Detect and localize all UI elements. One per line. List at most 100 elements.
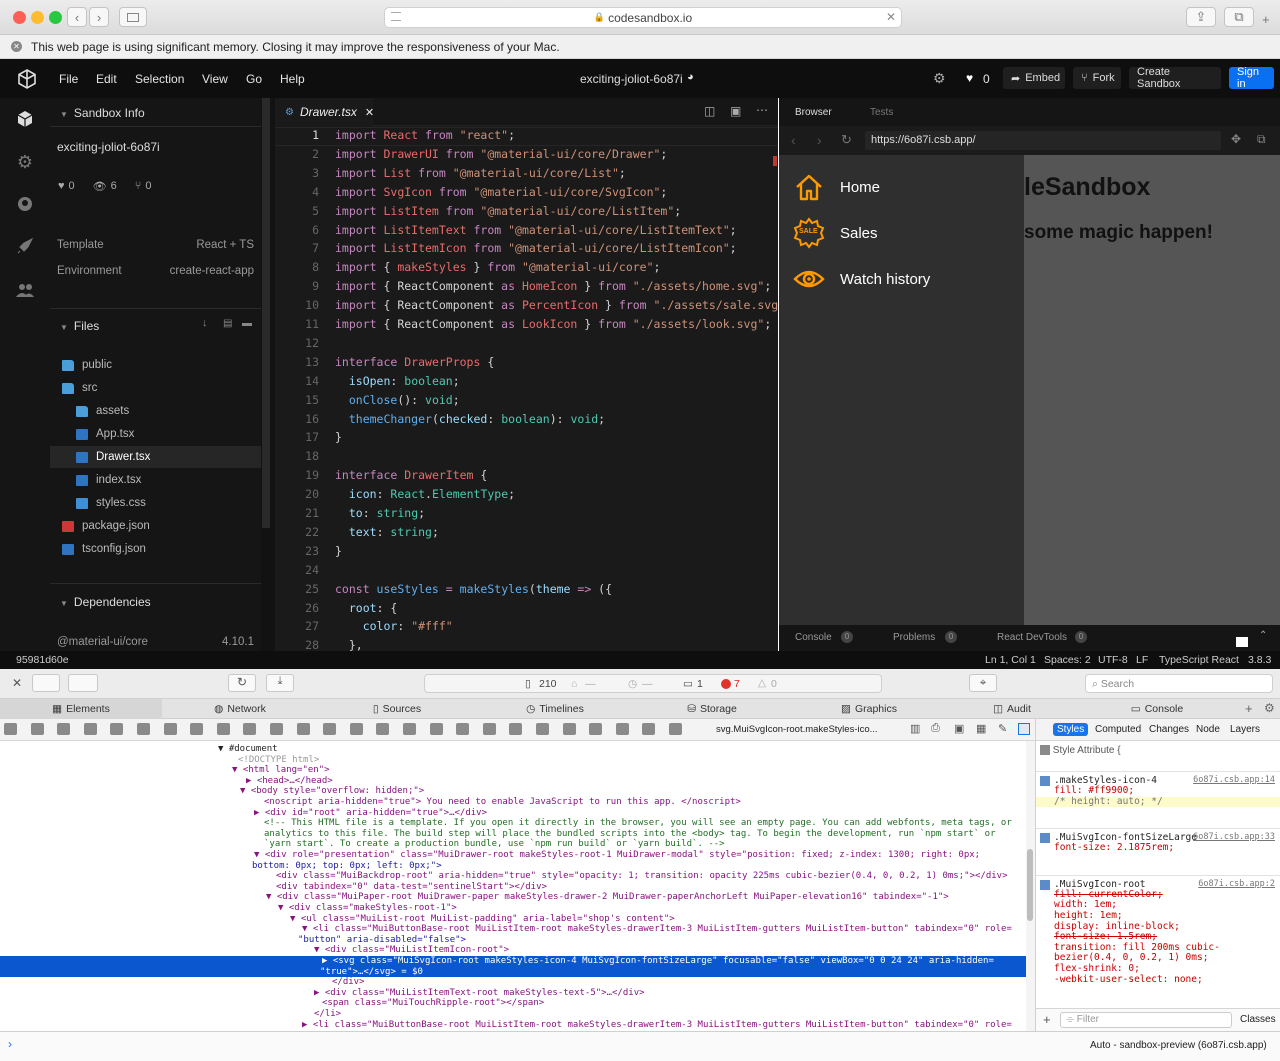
dom-node-line[interactable]: analytics to this file. The build step w… [264, 829, 996, 840]
dom-node-line[interactable]: bottom: 0px; top: 0px; left: 0px;"> [252, 861, 442, 872]
file-item[interactable]: styles.css [50, 492, 261, 514]
breadcrumb-element-icon[interactable] [509, 723, 523, 735]
create-sandbox-button[interactable]: Create Sandbox [1129, 66, 1221, 90]
tab-sources[interactable]: ▯ Sources [318, 699, 476, 719]
minimize-window-button[interactable] [31, 11, 44, 24]
address-bar[interactable]: 🔒 codesandbox.io ✕ [384, 7, 902, 28]
message-icon[interactable]: ▭ [683, 678, 693, 690]
dom-node-line[interactable]: <noscript aria-hidden="true"> You need t… [264, 797, 741, 808]
tab-tests[interactable]: Tests [870, 107, 893, 118]
dom-node-line[interactable]: `yarn start`. To create a production bun… [264, 839, 725, 850]
stop-icon[interactable]: ✕ [886, 10, 896, 24]
download-icon[interactable]: ⤓ [266, 674, 294, 692]
open-preview-icon[interactable]: ▣ [730, 104, 741, 118]
dom-scrollbar[interactable] [1027, 849, 1033, 921]
file-item[interactable]: Drawer.tsx [50, 446, 261, 468]
dom-node-line[interactable]: ▼ <li class="MuiButtonBase-root MuiListI… [302, 924, 1012, 935]
crosshair-icon[interactable]: ⌖ [969, 674, 997, 692]
css-rule[interactable]: .MuiSvgIcon-fontSizeLarge 6o87i.csb.app:3… [1036, 828, 1280, 854]
file-item[interactable]: package.json [50, 515, 261, 537]
menu-help[interactable]: Help [280, 72, 305, 86]
dom-node-line[interactable]: <!DOCTYPE html> [238, 755, 319, 766]
breadcrumb-element-icon[interactable] [30, 723, 44, 735]
preview-url-input[interactable]: https://6o87i.csb.app/ [865, 131, 1221, 150]
drawer-item-home[interactable]: Home [793, 169, 880, 205]
refresh-icon[interactable]: ↻ [841, 132, 852, 148]
breadcrumb-element-icon[interactable] [482, 723, 496, 735]
tab-layers[interactable]: Layers [1230, 724, 1260, 735]
tab-computed[interactable]: Computed [1095, 724, 1141, 735]
dom-node-line[interactable]: ▼ #document [218, 744, 278, 755]
css-property[interactable]: /* height: auto; */ [1036, 796, 1280, 808]
dom-node-line[interactable]: <div class="MuiBackdrop-root" aria-hidde… [276, 871, 1008, 882]
more-options-icon[interactable]: ⋯ [756, 103, 768, 117]
dom-node-line[interactable]: <!-- This HTML file is a template. If yo… [264, 818, 1012, 829]
breadcrumb-element-icon[interactable] [137, 723, 150, 735]
dependencies-header[interactable]: ▼ Dependencies [60, 595, 151, 609]
breadcrumb-element-icon[interactable] [216, 723, 230, 735]
menu-edit[interactable]: Edit [96, 72, 117, 86]
move-icon[interactable]: ✥ [1231, 132, 1241, 146]
dock-side-icon[interactable] [68, 674, 98, 692]
dom-node-line[interactable]: ▼ <div class="makeStyles-root-1"> [278, 903, 457, 914]
css-source-link[interactable]: 6o87i.csb.app:2 [1198, 879, 1275, 889]
code-area[interactable]: 1 import React from "react"; 2 import Draw… [275, 128, 778, 651]
close-devtools-icon[interactable]: ✕ [12, 676, 22, 690]
breadcrumb-element-icon[interactable] [270, 723, 283, 735]
chevron-up-icon[interactable]: ⌃ [1259, 630, 1267, 641]
forward-arrow-icon[interactable]: › [817, 132, 822, 148]
tab-storage[interactable]: ⛁ Storage [634, 699, 790, 719]
error-icon[interactable] [721, 679, 731, 689]
breadcrumb-current[interactable]: svg.MuiSvgIcon-root.makeStyles-ico... [716, 724, 878, 735]
share-button[interactable]: ⇪ [1186, 7, 1216, 27]
breadcrumb-element-icon[interactable] [349, 723, 363, 735]
print-icon[interactable]: ⎙ [931, 722, 940, 735]
file-item[interactable]: tsconfig.json [50, 538, 261, 560]
dom-node-line[interactable]: ▶ <svg class="MuiSvgIcon-root makeStyles… [322, 956, 994, 967]
dom-node-line[interactable]: ▶ <li class="MuiButtonBase-root MuiListI… [302, 1020, 1012, 1031]
css-rule[interactable]: .MuiSvgIcon-root 6o87i.csb.app:2 fill: cur… [1036, 874, 1280, 985]
css-rule[interactable]: .makeStyles-icon-4 6o87i.csb.app:14 fill: … [1036, 771, 1280, 808]
dom-node-line[interactable]: ▼ <html lang="en"> [232, 765, 330, 776]
live-users-icon[interactable] [14, 279, 36, 301]
sidebar-toggle-button[interactable] [119, 7, 147, 27]
breadcrumb-element-icon[interactable] [456, 723, 470, 735]
tab-changes[interactable]: Changes [1149, 724, 1189, 735]
github-icon[interactable] [14, 193, 36, 215]
menu-selection[interactable]: Selection [135, 72, 184, 86]
add-rule-icon[interactable]: + [1043, 1012, 1051, 1027]
settings-gear-icon[interactable]: ⚙ [1264, 701, 1275, 715]
breadcrumb-element-icon[interactable] [536, 723, 549, 735]
rocket-deploy-icon[interactable] [14, 235, 36, 257]
dom-node-line[interactable]: "button" aria-disabled="false"> [298, 935, 466, 946]
open-new-window-icon[interactable]: ⧉ [1257, 132, 1266, 147]
tab-audit[interactable]: ◫ Audit [948, 699, 1076, 719]
problems-tab[interactable]: Problems [893, 632, 935, 643]
breadcrumb-element-icon[interactable] [4, 723, 17, 735]
styles-filter-input[interactable]: ⌯ Filter [1060, 1012, 1232, 1028]
css-property[interactable]: font-size: 2.1875rem; [1036, 843, 1280, 854]
back-arrow-icon[interactable]: ‹ [791, 132, 796, 148]
breadcrumb-element-icon[interactable] [615, 723, 629, 735]
tab-elements[interactable]: ▦ Elements [0, 699, 162, 719]
sidebar-scrollbar[interactable] [262, 98, 270, 528]
dom-node-line[interactable]: <span class="MuiTouchRipple-root"></span… [322, 998, 544, 1009]
breadcrumb-element-icon[interactable] [243, 723, 257, 735]
gear-icon[interactable]: ⚙ [933, 70, 946, 87]
tab-styles[interactable]: Styles [1053, 723, 1089, 736]
dom-node-line[interactable]: ▼ <div role="presentation" class="MuiDra… [254, 850, 980, 861]
add-tab-icon[interactable]: + [1262, 12, 1270, 27]
files-header[interactable]: ▼ Files [60, 319, 99, 333]
menu-file[interactable]: File [59, 72, 78, 86]
dom-node-line[interactable]: ▼ <div class="MuiListItemIcon-root"> [314, 945, 509, 956]
close-icon[interactable]: ✕ [365, 106, 374, 119]
codesandbox-logo-icon[interactable] [17, 69, 37, 89]
tab-browser[interactable]: Browser [795, 107, 832, 118]
sandbox-title[interactable]: exciting-joliot-6o87i [580, 72, 683, 86]
dom-node-line[interactable]: ▼ <div class="MuiPaper-root MuiDrawer-pa… [266, 892, 949, 903]
css-property[interactable]: flex-shrink: 0; [1036, 963, 1280, 975]
menu-view[interactable]: View [202, 72, 228, 86]
sandbox-info-icon[interactable] [14, 108, 36, 130]
file-item[interactable]: assets [50, 400, 261, 422]
dismiss-icon[interactable]: ✕ [11, 41, 22, 52]
